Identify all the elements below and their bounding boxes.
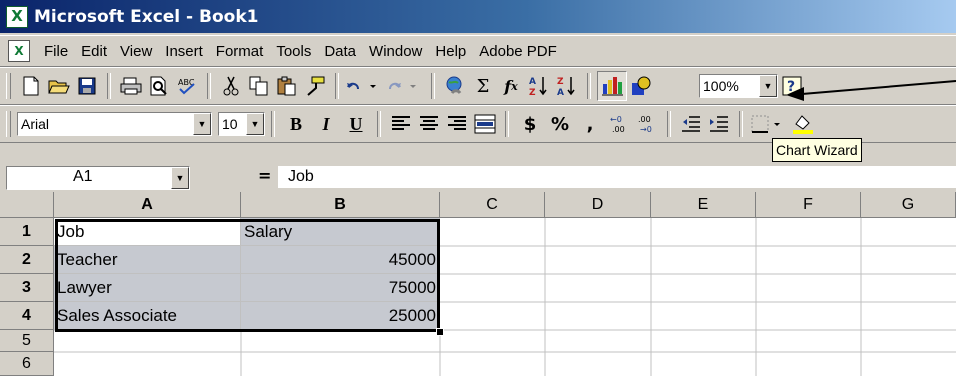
toolbar-separator <box>207 73 211 99</box>
svg-text:→0: →0 <box>640 125 652 134</box>
function-icon[interactable]: fx <box>497 72 525 100</box>
formula-equals-label: = <box>258 166 272 185</box>
currency-button[interactable]: $ <box>515 110 545 138</box>
zoom-select[interactable]: 100% ▼ <box>699 74 778 98</box>
window-title: Microsoft Excel - Book1 <box>34 6 259 27</box>
underline-button[interactable]: U <box>341 110 371 138</box>
menu-view[interactable]: View <box>114 43 159 60</box>
chevron-down-icon[interactable]: ▼ <box>246 113 264 135</box>
svg-text:Z: Z <box>557 77 564 87</box>
decrease-decimal-icon[interactable]: .00 →0 <box>633 110 661 138</box>
decrease-indent-icon[interactable] <box>677 110 705 138</box>
undo-icon[interactable] <box>345 72 385 100</box>
format-painter-icon[interactable] <box>301 72 329 100</box>
menu-file[interactable]: File <box>38 43 75 60</box>
merge-center-icon[interactable] <box>471 110 499 138</box>
chevron-down-icon[interactable]: ▼ <box>171 167 189 189</box>
copy-icon[interactable] <box>245 72 273 100</box>
svg-text:Z: Z <box>529 88 536 97</box>
svg-text:.00: .00 <box>612 125 625 134</box>
menu-help[interactable]: Help <box>429 43 473 60</box>
paste-icon[interactable] <box>273 72 301 100</box>
bold-button[interactable]: B <box>281 110 311 138</box>
name-box-value: A1 <box>73 168 93 185</box>
workbook-icon[interactable]: X <box>8 40 30 62</box>
autosum-icon[interactable]: Σ <box>469 72 497 100</box>
cut-icon[interactable] <box>217 72 245 100</box>
menu-format[interactable]: Format <box>210 43 271 60</box>
svg-text:←0: ←0 <box>610 115 622 124</box>
menu-tools[interactable]: Tools <box>270 43 318 60</box>
toolbar-separator <box>431 73 435 99</box>
annotation-arrow-icon <box>786 80 956 101</box>
save-icon[interactable] <box>73 72 101 100</box>
toolbar-separator <box>335 73 339 99</box>
font-value: Arial <box>21 116 50 132</box>
sort-ascending-icon[interactable]: AZ <box>525 72 553 100</box>
increase-decimal-icon[interactable]: ←0.00 <box>605 110 633 138</box>
new-icon[interactable] <box>17 72 45 100</box>
sort-descending-icon[interactable]: ZA <box>553 72 581 100</box>
toolbar-grip[interactable] <box>6 73 11 99</box>
spelling-icon[interactable]: ABC <box>173 72 201 100</box>
fill-handle[interactable] <box>436 328 444 336</box>
percent-button[interactable]: % <box>545 110 575 138</box>
gridlines <box>54 218 956 376</box>
toolbar-separator <box>587 73 591 99</box>
open-icon[interactable] <box>45 72 73 100</box>
borders-icon[interactable] <box>749 110 789 138</box>
font-size-value: 10 <box>222 116 238 132</box>
chevron-down-icon[interactable]: ▼ <box>193 113 211 135</box>
zoom-value: 100% <box>703 78 739 94</box>
toolbar-separator <box>667 111 671 137</box>
title-bar: X Microsoft Excel - Book1 <box>0 0 956 33</box>
svg-text:.00: .00 <box>638 115 651 124</box>
menu-adobe-pdf[interactable]: Adobe PDF <box>473 43 564 60</box>
toolbar-grip[interactable] <box>6 111 11 137</box>
toolbar-separator <box>377 111 381 137</box>
redo-icon[interactable] <box>385 72 425 100</box>
svg-text:A: A <box>557 88 564 97</box>
chevron-down-icon[interactable]: ▼ <box>759 75 777 97</box>
formula-bar: A1 ▼ = Job <box>0 164 956 190</box>
hyperlink-icon[interactable] <box>441 72 469 100</box>
italic-button[interactable]: I <box>311 110 341 138</box>
align-center-icon[interactable] <box>415 110 443 138</box>
print-preview-icon[interactable] <box>145 72 173 100</box>
svg-text:A: A <box>529 77 536 87</box>
formula-input[interactable]: Job <box>278 166 956 188</box>
toolbar-separator <box>505 111 509 137</box>
menu-edit[interactable]: Edit <box>75 43 114 60</box>
print-icon[interactable] <box>117 72 145 100</box>
chart-wizard-icon[interactable] <box>597 71 627 101</box>
toolbar-separator <box>107 73 111 99</box>
align-left-icon[interactable] <box>387 110 415 138</box>
chart-wizard-tooltip: Chart Wizard <box>772 138 862 162</box>
excel-app-icon[interactable]: X <box>6 5 28 28</box>
menu-data[interactable]: Data <box>318 43 363 60</box>
menu-bar: X File Edit View Insert Format Tools Dat… <box>0 35 956 67</box>
menu-window[interactable]: Window <box>363 43 429 60</box>
increase-indent-icon[interactable] <box>705 110 733 138</box>
menu-insert[interactable]: Insert <box>159 43 210 60</box>
toolbar-separator <box>739 111 743 137</box>
fill-color-icon[interactable] <box>789 110 817 138</box>
align-right-icon[interactable] <box>443 110 471 138</box>
comma-button[interactable]: , <box>575 110 605 138</box>
font-select[interactable]: Arial ▼ <box>17 112 212 136</box>
drawing-icon[interactable] <box>627 72 655 100</box>
worksheet-grid: A B C D E F G 1 2 3 4 5 6 Job Salary Tea… <box>0 192 956 376</box>
name-box[interactable]: A1 ▼ <box>6 166 190 190</box>
toolbar-separator <box>271 111 275 137</box>
font-size-select[interactable]: 10 ▼ <box>218 112 265 136</box>
